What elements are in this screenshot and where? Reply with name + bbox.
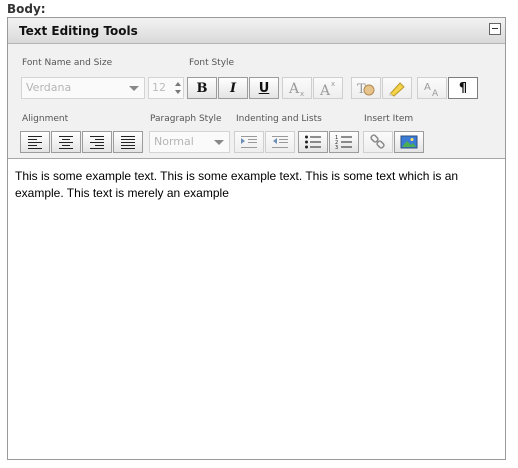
superscript-icon: A x	[319, 80, 335, 97]
link-chain-icon	[370, 134, 385, 149]
spin-down-icon[interactable]	[175, 90, 181, 94]
italic-button[interactable]: I	[218, 77, 248, 99]
highlight-button[interactable]	[382, 77, 412, 99]
align-left-icon	[28, 136, 42, 149]
pilcrow-icon: ¶	[458, 80, 468, 96]
collapse-button[interactable]	[489, 23, 501, 35]
highlighter-pen-icon	[389, 82, 405, 97]
indenting-lists-label: Indenting and Lists	[236, 114, 322, 124]
svg-text:x: x	[331, 80, 335, 88]
editor-content-area[interactable]: This is some example text. This is some …	[8, 159, 505, 459]
editor-titlebar: Text Editing Tools	[8, 18, 505, 44]
align-right-button[interactable]	[82, 131, 112, 153]
font-size-value: 12	[152, 81, 166, 94]
indent-button[interactable]	[234, 131, 264, 153]
paragraph-style-label: Paragraph Style	[150, 114, 222, 124]
spin-up-icon[interactable]	[175, 82, 181, 86]
svg-text:A: A	[319, 83, 331, 97]
underline-button[interactable]: U	[249, 77, 279, 99]
italic-icon: I	[229, 80, 237, 96]
font-style-label: Font Style	[189, 58, 235, 68]
insert-item-label: Insert Item	[364, 114, 414, 124]
chevron-down-icon	[214, 140, 224, 145]
clear-formatting-button[interactable]: T	[351, 77, 381, 99]
font-size-spinner[interactable]: 12	[148, 77, 184, 99]
editor-toolbar: Font Name and Size Font Style Verdana 12…	[8, 44, 505, 159]
paragraph-style-value: Normal	[154, 135, 194, 148]
rich-text-editor: Text Editing Tools Font Name and Size Fo…	[7, 17, 506, 460]
subscript-icon: A x	[288, 81, 304, 97]
editor-body-text[interactable]: This is some example text. This is some …	[15, 168, 497, 202]
superscript-button[interactable]: A x	[313, 77, 343, 99]
editor-title: Text Editing Tools	[19, 24, 138, 38]
align-justify-button[interactable]	[113, 131, 143, 153]
image-icon	[400, 135, 418, 149]
paragraph-style-select[interactable]: Normal	[149, 131, 230, 153]
font-name-size-label: Font Name and Size	[22, 58, 113, 68]
align-center-icon	[59, 136, 73, 149]
insert-link-button[interactable]	[363, 131, 393, 153]
align-left-button[interactable]	[20, 131, 50, 153]
indent-icon	[241, 136, 257, 148]
numbered-list-button[interactable]: 1 2 3	[329, 131, 359, 153]
numbered-list-icon: 1 2 3	[335, 135, 352, 149]
show-paragraph-marks-button[interactable]: ¶	[448, 77, 478, 99]
text-size-icon: A A	[424, 82, 439, 97]
svg-text:A: A	[424, 82, 431, 93]
underline-icon: U	[258, 80, 270, 96]
alignment-label: Alignment	[22, 114, 69, 124]
outdent-button[interactable]	[265, 131, 295, 153]
align-right-icon	[90, 136, 104, 149]
clear-format-icon: T	[357, 82, 375, 97]
bold-icon: B	[196, 80, 208, 96]
outdent-icon	[272, 136, 288, 148]
svg-text:3: 3	[335, 145, 338, 149]
align-center-button[interactable]	[51, 131, 81, 153]
chevron-down-icon	[129, 86, 139, 91]
subscript-button[interactable]: A x	[282, 77, 312, 99]
insert-image-button[interactable]	[394, 131, 424, 153]
font-name-select[interactable]: Verdana	[21, 77, 145, 99]
svg-text:x: x	[300, 90, 304, 97]
bullet-list-icon	[305, 135, 321, 149]
bold-button[interactable]: B	[187, 77, 217, 99]
align-justify-icon	[121, 136, 135, 149]
svg-text:A: A	[288, 81, 300, 97]
font-name-value: Verdana	[26, 81, 72, 94]
svg-text:A: A	[432, 89, 439, 97]
bullet-list-button[interactable]	[298, 131, 328, 153]
body-field-label: Body:	[7, 2, 46, 16]
text-size-button[interactable]: A A	[417, 77, 447, 99]
